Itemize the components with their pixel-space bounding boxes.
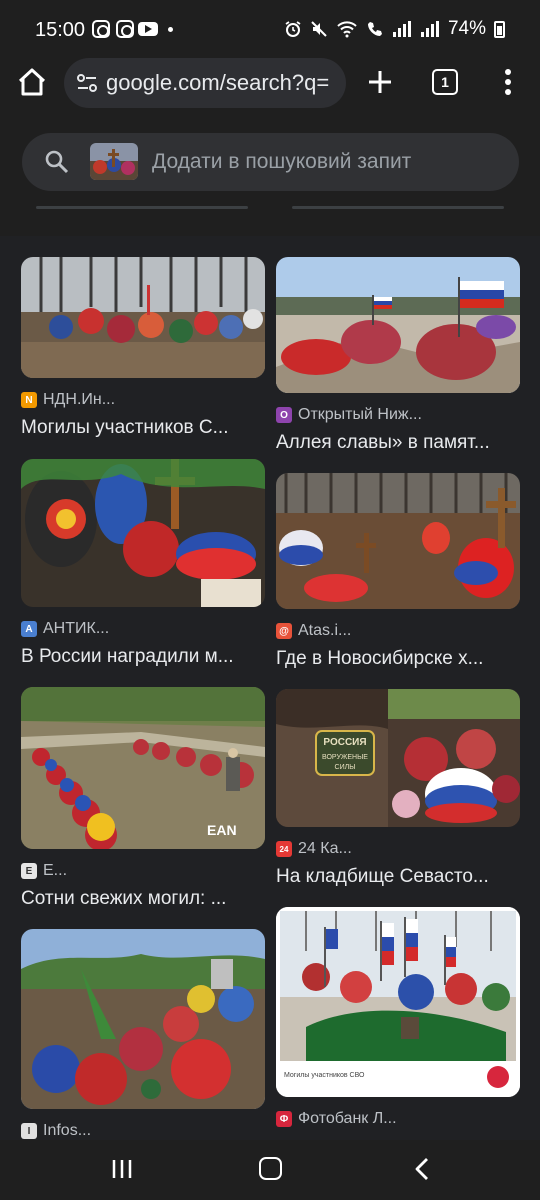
image-results-grid: N НДН.Ин... Могилы участников С... О Отк… (0, 236, 540, 1140)
result-title[interactable]: Сотни свежих могил: ... (21, 888, 265, 910)
watermark-text: EAN (207, 822, 237, 838)
result-card[interactable]: РОССИЯ ВОРУЖЕНЫЕ СИЛЫ 24 24 Ка... На кла… (276, 689, 520, 888)
result-source: Е Е... (21, 861, 265, 881)
site-favicon-icon: I (21, 1123, 37, 1139)
result-card[interactable]: @ Atas.i... Где в Новосибирске х... (276, 473, 520, 670)
address-bar[interactable]: google.com/search?q= (64, 58, 346, 108)
result-title[interactable]: На кладбище Севасто... (276, 866, 520, 888)
result-image[interactable]: РОССИЯ ВОРУЖЕНЫЕ СИЛЫ (276, 689, 520, 827)
alarm-icon (285, 21, 301, 37)
result-title[interactable]: Где в Новосибирске х... (276, 648, 520, 670)
patch-text-top: РОССИЯ (323, 737, 366, 748)
result-source: A АНТИК... (21, 619, 265, 639)
result-card[interactable]: A АНТИК... В России наградили м... (21, 459, 265, 668)
battery-percent: 74% (447, 18, 486, 39)
more-menu-icon[interactable] (494, 66, 522, 98)
patch-text-mid: ВОРУЖЕНЫЕ (322, 754, 368, 761)
site-settings-icon[interactable] (76, 73, 98, 93)
result-source: N НДН.Ин... (21, 390, 265, 410)
tab-switcher-button[interactable]: 1 (432, 69, 458, 95)
mute-icon (311, 21, 327, 37)
browser-toolbar: google.com/search?q= 1 (0, 58, 540, 112)
signal-icon (392, 21, 411, 37)
status-time: 15:00 (35, 19, 86, 41)
photo-caption: Могилы участников СВО (284, 1072, 365, 1079)
site-favicon-icon: N (21, 392, 37, 408)
home-icon[interactable] (14, 64, 50, 100)
source-name: НДН.Ин... (43, 391, 116, 408)
url-text: google.com/search?q= (106, 70, 330, 95)
site-favicon-icon: 24 (276, 841, 292, 857)
source-name: 24 Ка... (298, 840, 352, 857)
new-tab-icon[interactable] (364, 66, 396, 98)
result-card[interactable]: О Открытый Ниж... Аллея славы» в памят..… (276, 257, 520, 454)
result-source: О Открытый Ниж... (276, 405, 520, 425)
youtube-icon (138, 22, 158, 36)
filter-chip[interactable] (36, 206, 248, 209)
site-favicon-icon: @ (276, 623, 292, 639)
filter-chip-2[interactable] (292, 206, 504, 209)
result-source: 24 24 Ка... (276, 839, 520, 859)
search-icon (45, 150, 69, 174)
source-name: Atas.i... (298, 622, 352, 639)
source-name: Открытый Ниж... (298, 406, 422, 423)
call-icon (367, 22, 382, 36)
source-name: Infos... (43, 1122, 92, 1139)
site-favicon-icon: Е (21, 863, 37, 879)
result-image[interactable] (276, 473, 520, 609)
result-image[interactable] (21, 257, 265, 378)
result-title[interactable]: В России наградили м... (21, 646, 265, 668)
result-source: @ Atas.i... (276, 621, 520, 641)
patch-text-bottom: СИЛЫ (335, 764, 356, 771)
tab-count: 1 (441, 74, 449, 90)
source-name: Е... (43, 862, 68, 879)
status-icons: 74% (284, 17, 505, 41)
result-image[interactable]: EAN (21, 687, 265, 849)
source-name: АНТИК... (43, 620, 110, 637)
wifi-icon (337, 21, 357, 38)
result-card[interactable]: N НДН.Ин... Могилы участников С... (21, 257, 265, 439)
result-title[interactable]: Аллея славы» в памят... (276, 432, 520, 454)
search-panel: Додати в пошуковий запит (0, 118, 540, 226)
search-input[interactable]: Додати в пошуковий запит (22, 133, 519, 191)
result-image[interactable] (21, 459, 265, 607)
site-favicon-icon: Ф (276, 1111, 292, 1127)
battery-icon (494, 20, 505, 38)
search-placeholder: Додати в пошуковий запит (152, 150, 412, 173)
result-card[interactable]: EAN Е Е... Сотни свежих могил: ... (21, 687, 265, 910)
back-icon[interactable] (414, 1157, 430, 1181)
system-nav-bar (0, 1140, 540, 1200)
instagram-icon-2 (116, 20, 134, 38)
site-favicon-icon: О (276, 407, 292, 423)
status-bar: 15:00 74% (0, 0, 540, 58)
home-nav-icon[interactable] (259, 1157, 282, 1180)
result-source: Ф Фотобанк Л... (276, 1109, 520, 1129)
result-card[interactable]: Могилы участников СВО Ф Фотобанк Л... (276, 907, 520, 1136)
recent-apps-icon[interactable] (111, 1159, 133, 1179)
instagram-icon (92, 20, 110, 38)
signal-icon-2 (420, 21, 439, 37)
result-image[interactable] (21, 929, 265, 1109)
notification-dot-icon (168, 27, 173, 32)
result-image[interactable] (276, 257, 520, 393)
source-name: Фотобанк Л... (298, 1110, 397, 1127)
result-source: I Infos... (21, 1121, 265, 1140)
result-title[interactable]: Могилы участников С... (21, 417, 265, 439)
result-card[interactable]: I Infos... (21, 929, 265, 1140)
query-image-thumbnail[interactable] (90, 143, 138, 180)
site-favicon-icon: A (21, 621, 37, 637)
result-image[interactable]: Могилы участников СВО (276, 907, 520, 1097)
